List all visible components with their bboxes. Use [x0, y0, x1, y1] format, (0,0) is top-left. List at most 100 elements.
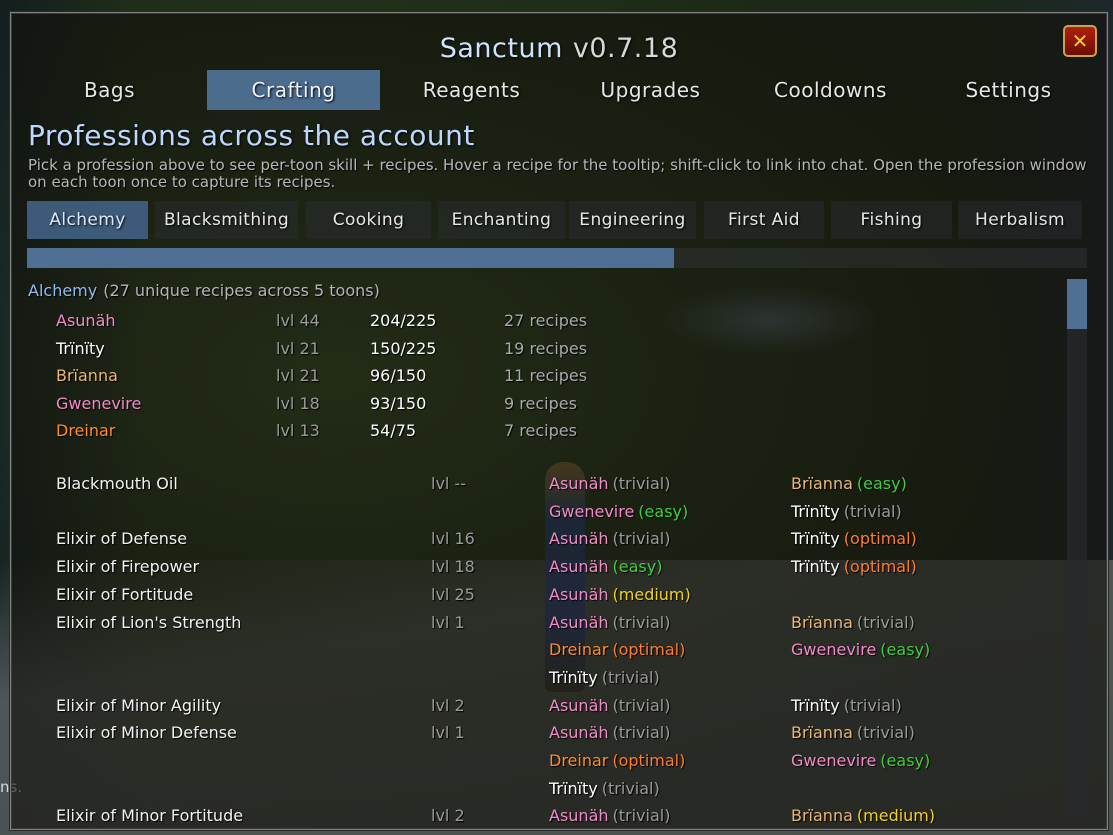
- toon-recipe-count: 7 recipes: [504, 421, 577, 440]
- tab-bags[interactable]: Bags: [23, 70, 196, 110]
- crafter-difficulty: (easy): [856, 474, 907, 493]
- profession-tab-fishing[interactable]: Fishing: [831, 201, 952, 239]
- profession-tab-first-aid[interactable]: First Aid: [704, 201, 824, 239]
- crafter-difficulty: (trivial): [856, 723, 915, 743]
- crafter-column-2: Trïnïty (trivial): [791, 696, 902, 715]
- crafter-name: Asunäh: [549, 557, 609, 577]
- crafter-name: Trïnïty: [791, 557, 840, 577]
- crafter-name: Trïnïty: [791, 695, 840, 715]
- tab-reagents[interactable]: Reagents: [385, 70, 558, 110]
- profession-tabs-scroll-thumb[interactable]: [27, 248, 674, 268]
- toon-skill: 150/225: [370, 338, 437, 358]
- recipe-name[interactable]: Elixir of Defense: [56, 529, 187, 548]
- recipe-row[interactable]: Elixir of Minor Fortitude lvl 2 Asunäh (tri…: [56, 806, 1066, 833]
- recipe-name[interactable]: Elixir of Minor Fortitude: [56, 806, 243, 825]
- profession-tab-herbalism[interactable]: Herbalism: [958, 201, 1082, 239]
- crafter-column-1: Asunäh (trivial): [549, 806, 670, 825]
- recipe-name[interactable]: Blackmouth Oil: [56, 474, 178, 493]
- recipe-level: lvl 18: [431, 557, 475, 577]
- crafter-difficulty: (easy): [638, 501, 689, 521]
- toon-row[interactable]: Gwenevire lvl 18 93/150 9 recipes: [56, 394, 696, 420]
- window-version: v0.7.18: [572, 33, 679, 64]
- toon-level: lvl 21: [276, 366, 320, 385]
- crafter-name: Asunäh: [549, 584, 609, 604]
- recipe-row[interactable]: Dreinar (optimal) Gwenevire (easy): [56, 751, 1066, 778]
- toon-row[interactable]: Asunäh lvl 44 204/225 27 recipes: [56, 311, 696, 337]
- section-note: (27 unique recipes across 5 toons): [103, 281, 380, 300]
- toon-level: lvl 21: [276, 338, 320, 358]
- crafter-column-2: Brïanna (easy): [791, 474, 907, 493]
- crafter-column-2: Brïanna (trivial): [791, 613, 915, 632]
- profession-tabs-scrollbar[interactable]: [27, 248, 1087, 268]
- main-tabs: Bags Crafting Reagents Upgrades Cooldown…: [23, 70, 1095, 112]
- tab-cooldowns[interactable]: Cooldowns: [744, 70, 917, 110]
- crafter-difficulty: (optimal): [612, 751, 686, 770]
- crafter-name: Asunäh: [549, 695, 609, 715]
- recipe-name[interactable]: Elixir of Fortitude: [56, 585, 193, 604]
- recipe-name[interactable]: Elixir of Firepower: [56, 557, 199, 576]
- toon-name: Gwenevire: [56, 393, 142, 413]
- tab-settings[interactable]: Settings: [922, 70, 1095, 110]
- toon-row[interactable]: Trïnïty lvl 21 150/225 19 recipes: [56, 339, 696, 365]
- crafter-column-1: Dreinar (optimal): [549, 640, 685, 659]
- tab-upgrades[interactable]: Upgrades: [564, 70, 737, 110]
- toon-recipe-count: 9 recipes: [504, 393, 577, 413]
- tab-crafting[interactable]: Crafting: [207, 70, 380, 110]
- recipe-level: lvl 1: [431, 723, 465, 743]
- crafter-column-1: Gwenevire (easy): [549, 502, 688, 521]
- profession-tab-engineering[interactable]: Engineering: [569, 201, 696, 239]
- toon-level: lvl 13: [276, 421, 320, 440]
- crafter-name: Asunäh: [549, 806, 609, 826]
- crafter-name: Asunäh: [549, 612, 609, 632]
- toon-recipe-count: 19 recipes: [504, 338, 588, 358]
- profession-tabs: Alchemy Blacksmithing Cooking Enchanting…: [27, 201, 1087, 241]
- recipe-level: lvl 2: [431, 806, 465, 826]
- toon-name: Asunäh: [56, 311, 116, 330]
- recipe-level: lvl 16: [431, 529, 475, 549]
- profession-tab-enchanting[interactable]: Enchanting: [438, 201, 565, 239]
- crafter-difficulty: (easy): [880, 751, 931, 770]
- toon-name: Trïnïty: [56, 338, 105, 358]
- recipe-row[interactable]: Gwenevire (easy) Trïnïty (trivial): [56, 502, 1066, 529]
- recipe-level: lvl 2: [431, 695, 465, 715]
- crafter-difficulty: (medium): [856, 806, 936, 826]
- recipe-row[interactable]: Elixir of Minor Agility lvl 2 Asunäh (trivi…: [56, 696, 1066, 723]
- crafter-name: Gwenevire: [791, 751, 877, 770]
- profession-tab-alchemy[interactable]: Alchemy: [27, 201, 148, 239]
- recipe-row[interactable]: Elixir of Minor Defense lvl 1 Asunäh (trivi…: [56, 723, 1066, 750]
- recipe-scrollbar[interactable]: [1067, 279, 1087, 816]
- recipe-row[interactable]: Trïnïty (trivial): [56, 779, 1066, 806]
- crafter-name: Trïnïty: [791, 501, 840, 521]
- profession-tab-blacksmithing[interactable]: Blacksmithing: [155, 201, 298, 239]
- recipe-row[interactable]: Elixir of Fortitude lvl 25 Asunäh (medium): [56, 585, 1066, 612]
- window-title: Sanctum v0.7.18: [11, 33, 1107, 64]
- recipe-scroll-thumb[interactable]: [1067, 279, 1087, 329]
- profession-tab-cooking[interactable]: Cooking: [306, 201, 431, 239]
- close-button[interactable]: ✕: [1063, 25, 1097, 57]
- recipe-row[interactable]: Elixir of Defense lvl 16 Asunäh (trivial) Tr…: [56, 529, 1066, 556]
- recipe-level: lvl --: [431, 474, 466, 493]
- crafter-difficulty: (medium): [612, 584, 691, 604]
- crafter-column-1: Asunäh (trivial): [549, 474, 670, 493]
- crafter-difficulty: (trivial): [612, 612, 671, 632]
- crafter-difficulty: (trivial): [843, 695, 902, 715]
- recipe-row[interactable]: Elixir of Lion's Strength lvl 1 Asunäh (tri…: [56, 613, 1066, 640]
- toon-level: lvl 18: [276, 393, 320, 413]
- crafter-name: Brïanna: [791, 806, 853, 826]
- recipe-name[interactable]: Elixir of Lion's Strength: [56, 613, 241, 632]
- recipe-name[interactable]: Elixir of Minor Defense: [56, 723, 237, 742]
- crafter-column-1: Trïnïty (trivial): [549, 668, 660, 687]
- crafter-name: Trïnïty: [549, 778, 598, 798]
- crafter-difficulty: (trivial): [612, 529, 671, 549]
- recipe-name[interactable]: Elixir of Minor Agility: [56, 696, 221, 715]
- recipe-row[interactable]: Dreinar (optimal) Gwenevire (easy): [56, 640, 1066, 667]
- recipe-row[interactable]: Blackmouth Oil lvl -- Asunäh (trivial) Brïan…: [56, 474, 1066, 501]
- sanctum-window: Sanctum v0.7.18 ✕ Bags Crafting Reagents …: [10, 12, 1108, 830]
- toon-recipe-count: 11 recipes: [504, 366, 588, 385]
- window-title-name: Sanctum: [439, 33, 563, 64]
- recipe-row[interactable]: Elixir of Firepower lvl 18 Asunäh (easy) Trï…: [56, 557, 1066, 584]
- toon-row[interactable]: Brïanna lvl 21 96/150 11 recipes: [56, 366, 696, 392]
- recipe-row[interactable]: Trïnïty (trivial): [56, 668, 1066, 695]
- toon-row[interactable]: Dreinar lvl 13 54/75 7 recipes: [56, 421, 696, 447]
- crafter-difficulty: (trivial): [856, 612, 915, 632]
